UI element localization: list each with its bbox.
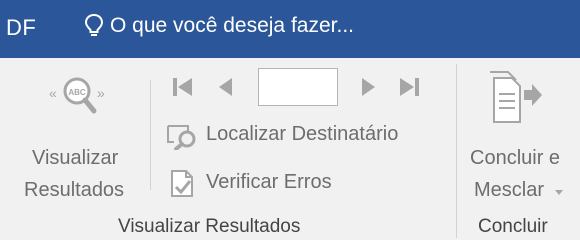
last-record-icon [400, 78, 419, 96]
ribbon-mailings: « » ABC Visualizar Resultados Localizar … [0, 58, 580, 240]
group-label-finish: Concluir [478, 216, 548, 237]
next-record-button[interactable] [352, 72, 382, 102]
check-errors-icon [171, 170, 193, 197]
finish-merge-label-line2: Mesclar [474, 179, 545, 201]
find-recipient-button[interactable]: Localizar Destinatário [166, 120, 442, 152]
chevron-down-icon [555, 190, 563, 195]
tell-me-placeholder: O que você deseja fazer... [110, 14, 354, 37]
svg-text:ABC: ABC [68, 88, 86, 97]
title-bar: DF O que você deseja fazer... [0, 0, 580, 58]
finish-merge-label-line1: Concluir e [470, 147, 561, 169]
check-errors-label: Verificar Erros [206, 171, 332, 193]
finish-merge-icon [490, 71, 542, 123]
finish-merge-button[interactable]: Concluir e Mesclar [462, 58, 580, 208]
first-record-button[interactable] [168, 72, 198, 102]
title-fragment: DF [6, 15, 37, 40]
first-record-icon [173, 78, 192, 96]
preview-results-icon: « » ABC [49, 77, 105, 114]
divider [150, 80, 151, 190]
preview-results-label-line1: Visualizar [32, 147, 119, 169]
previous-record-icon [219, 78, 232, 96]
group-separator [456, 64, 457, 238]
group-label-preview-results: Visualizar Resultados [118, 216, 301, 237]
tell-me-search[interactable]: O que você deseja fazer... [84, 13, 354, 39]
last-record-button[interactable] [394, 72, 424, 102]
record-number-input[interactable] [258, 68, 338, 106]
svg-text:»: » [97, 85, 105, 101]
find-recipient-label: Localizar Destinatário [206, 123, 399, 145]
find-recipient-icon [167, 125, 196, 150]
preview-results-button[interactable]: « » ABC Visualizar Resultados [12, 58, 142, 208]
previous-record-button[interactable] [212, 72, 242, 102]
next-record-icon [362, 78, 375, 96]
lightbulb-icon [84, 13, 104, 36]
check-errors-button[interactable]: Verificar Erros [166, 168, 366, 200]
svg-text:«: « [49, 85, 57, 101]
preview-results-label-line2: Resultados [24, 179, 125, 201]
